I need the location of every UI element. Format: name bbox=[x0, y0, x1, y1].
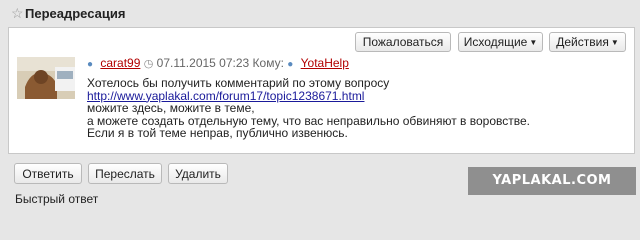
message-line: Если я в той теме неправ, публично извен… bbox=[87, 126, 348, 140]
avatar[interactable] bbox=[17, 57, 75, 99]
caret-down-icon: ▼ bbox=[529, 37, 538, 47]
actions-dropdown[interactable]: Действия ▼ bbox=[549, 32, 626, 52]
message-line: можите здесь, можите в теме, bbox=[87, 101, 255, 115]
message-title: Переадресация bbox=[25, 6, 126, 21]
delete-button[interactable]: Удалить bbox=[168, 163, 228, 184]
recipient-link[interactable]: YotaHelp bbox=[301, 56, 349, 70]
user-icon: ● bbox=[287, 59, 294, 70]
caret-down-icon: ▼ bbox=[610, 37, 619, 47]
message-body: Хотелось бы получить комментарий по этом… bbox=[87, 77, 627, 140]
star-icon[interactable]: ☆ bbox=[11, 5, 24, 21]
to-label: Кому: bbox=[252, 56, 284, 70]
message-datetime: 07.11.2015 07:23 bbox=[156, 56, 250, 70]
reply-button[interactable]: Ответить bbox=[14, 163, 82, 184]
message-line: Хотелось бы получить комментарий по этом… bbox=[87, 76, 390, 90]
forward-button[interactable]: Переслать bbox=[88, 163, 162, 184]
message-meta: ● carat99 ◷ 07.11.2015 07:23 Кому: ● Yot… bbox=[87, 56, 349, 70]
complain-button[interactable]: Пожаловаться bbox=[355, 32, 451, 52]
quick-reply-link[interactable]: Быстрый ответ bbox=[15, 192, 98, 206]
clock-icon: ◷ bbox=[143, 58, 154, 70]
outgoing-dropdown[interactable]: Исходящие ▼ bbox=[458, 32, 543, 52]
user-icon: ● bbox=[87, 59, 94, 70]
watermark: YAPLAKAL.COM bbox=[468, 167, 636, 195]
sender-link[interactable]: carat99 bbox=[100, 56, 140, 70]
